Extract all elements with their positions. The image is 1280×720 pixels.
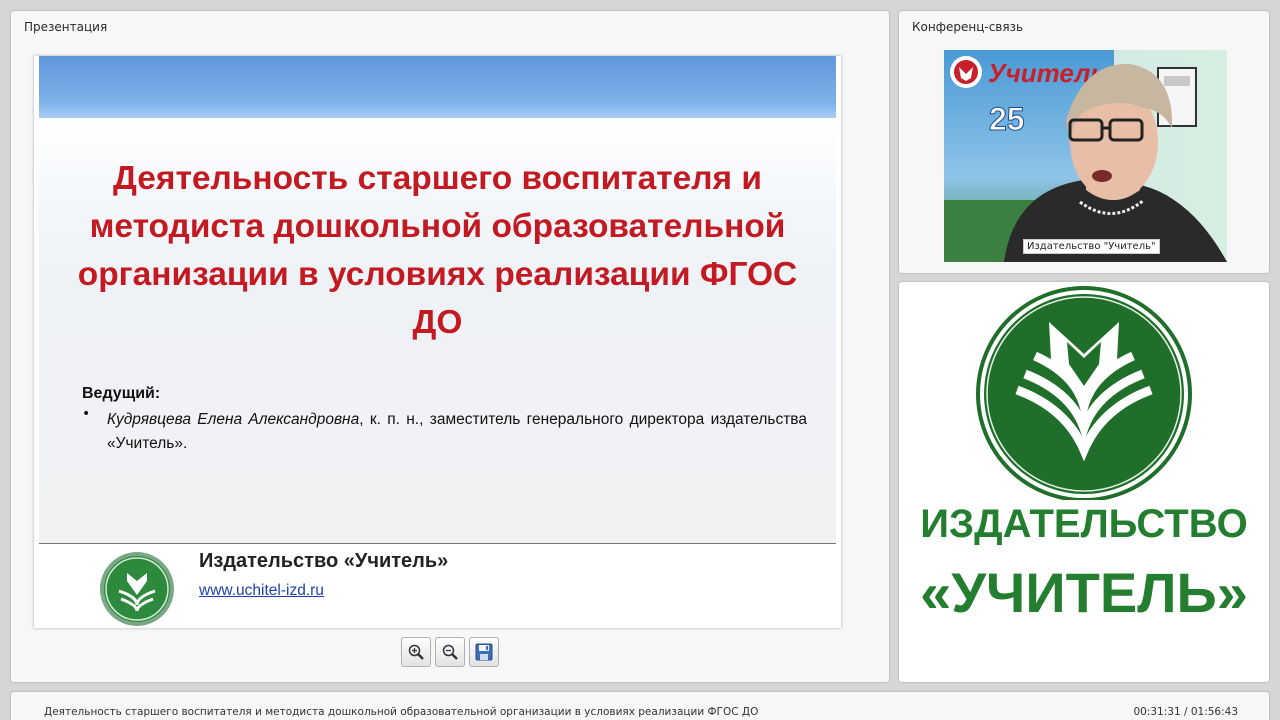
zoom-out-button[interactable] <box>435 637 465 667</box>
slide-header-band <box>39 56 836 118</box>
video-feed: Учитель 25 Издательство "Учитель" <box>944 50 1227 262</box>
status-bar: Деятельность старшего воспитателя и мето… <box>11 692 1269 720</box>
video-poster-number: 25 <box>989 101 1025 137</box>
conference-panel-title: Конференц-связь <box>912 20 1024 34</box>
conference-panel: Конференц-связь Учитель 25 Издательство … <box>899 11 1269 273</box>
floppy-disk-icon <box>475 643 493 661</box>
slide-body: Деятельность старшего воспитателя и мето… <box>39 118 836 596</box>
playback-time: 00:31:31 / 01:56:43 <box>1133 706 1238 718</box>
host-description: Кудрявцева Елена Александровна, к. п. н.… <box>107 408 807 456</box>
host-label: Ведущий: <box>82 385 161 402</box>
publisher-name: Издательство «Учитель» <box>199 550 449 572</box>
presentation-panel: Презентация Деятельность старшего воспит… <box>11 11 889 682</box>
video-frame-image: Учитель 25 <box>944 50 1227 262</box>
zoom-out-icon <box>442 644 458 660</box>
save-button[interactable] <box>469 637 499 667</box>
zoom-in-icon <box>408 644 424 660</box>
brand-line-publisher: ИЗДАТЕЛЬСТВО <box>920 502 1248 546</box>
host-name: Кудрявцева Елена Александровна <box>107 411 360 428</box>
host-bullet: • <box>82 406 91 422</box>
presentation-panel-title: Презентация <box>24 20 108 34</box>
slide: Деятельность старшего воспитателя и мето… <box>34 56 841 628</box>
slide-footer: Издательство «Учитель» www.uchitel-izd.r… <box>39 544 836 628</box>
status-title: Деятельность старшего воспитателя и мето… <box>44 706 759 718</box>
brand-line-name: «УЧИТЕЛЬ» <box>920 561 1248 624</box>
publisher-url-link[interactable]: www.uchitel-izd.ru <box>199 582 324 600</box>
slide-title: Деятельность старшего воспитателя и мето… <box>77 160 798 341</box>
brand-panel: ИЗДАТЕЛЬСТВО «УЧИТЕЛЬ» <box>899 282 1269 682</box>
publisher-logo-icon <box>100 552 174 626</box>
zoom-in-button[interactable] <box>401 637 431 667</box>
brand-logo-icon <box>976 286 1192 500</box>
video-participant-label: Издательство "Учитель" <box>1023 239 1160 254</box>
